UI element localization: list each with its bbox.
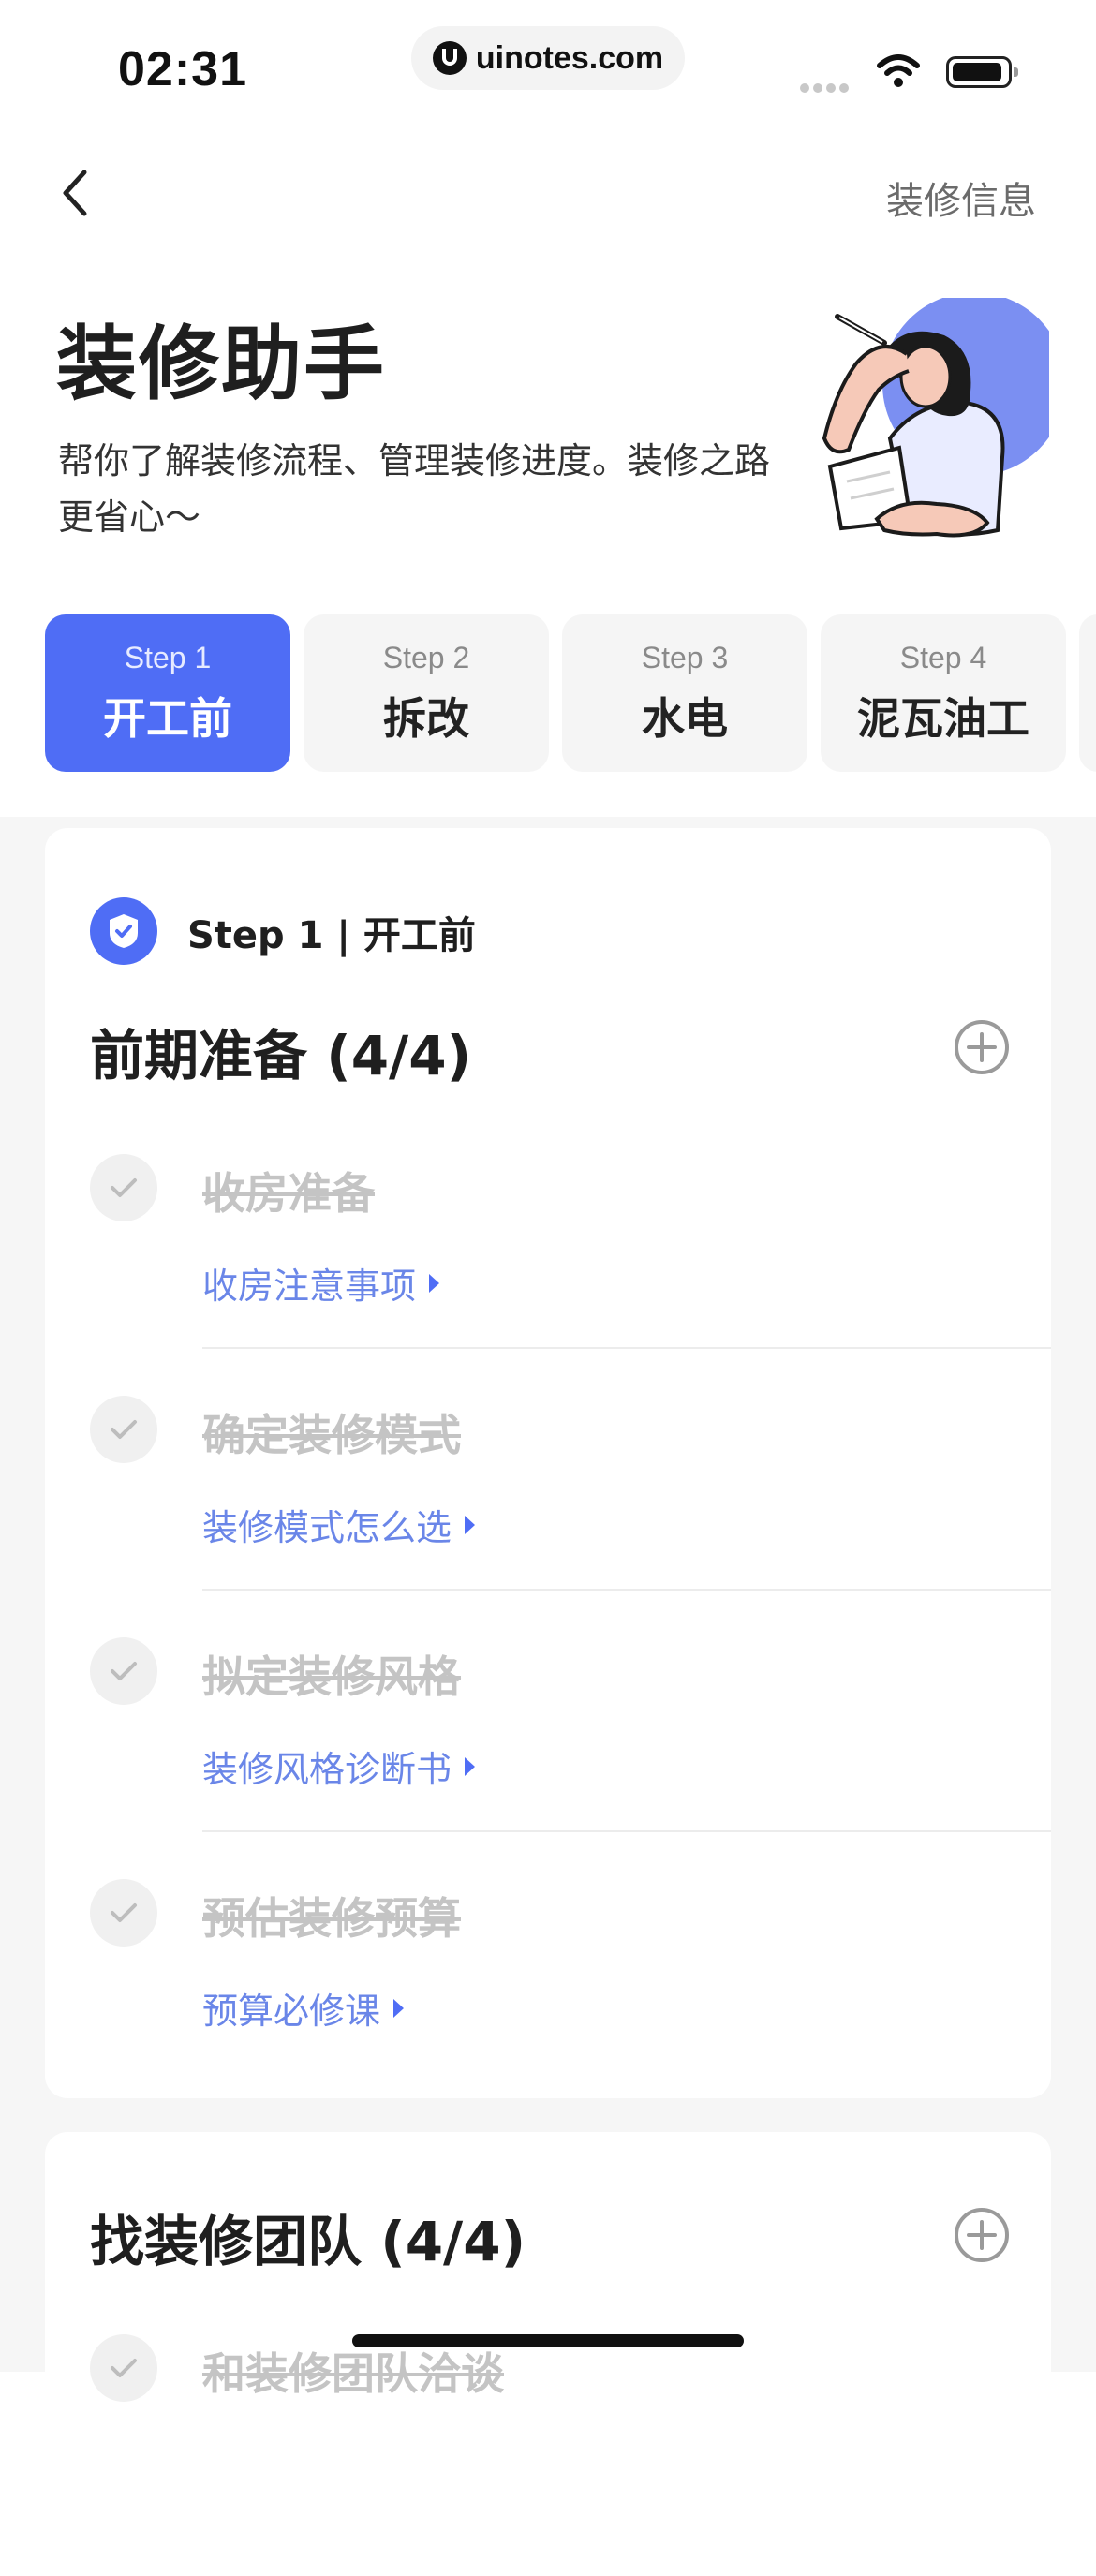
task-guide-label: 装修模式怎么选: [202, 1507, 452, 1548]
url-text: uinotes.com: [475, 39, 664, 76]
step-tab-number: Step 1: [124, 640, 212, 674]
url-pill[interactable]: uinotes.com: [411, 26, 685, 90]
task-title: 预估装修预算: [202, 1893, 461, 1944]
task-guide-link[interactable]: 预算必修课: [202, 1982, 405, 2034]
step-tab-name: 拆改: [383, 692, 469, 744]
task-guide-link[interactable]: 装修风格诊断书: [202, 1740, 476, 1792]
shield-check-icon: [90, 897, 157, 965]
battery-icon: [946, 56, 1018, 88]
task-item[interactable]: 拟定装修风格 装修风格诊断书: [45, 1637, 1051, 1879]
task-item[interactable]: 和装修团队洽谈: [45, 2334, 1051, 2576]
section-title: 找装修团队 (4/4): [90, 2210, 526, 2273]
page-title: 装修助手: [56, 318, 386, 411]
step-tab-number: Step 3: [641, 640, 729, 674]
step-tab-name: 泥瓦油工: [857, 692, 1029, 744]
check-icon[interactable]: [90, 1396, 157, 1463]
caret-right-icon: [465, 1756, 476, 1776]
task-title: 和装修团队洽谈: [202, 2348, 504, 2399]
caret-right-icon: [465, 1515, 476, 1534]
caret-right-icon: [393, 1998, 405, 2018]
step-tabs: Step 1 开工前 Step 2 拆改 Step 3 水电 Step 4 泥瓦…: [45, 614, 1096, 772]
divider: [202, 1347, 1051, 1349]
add-task-button[interactable]: [954, 1019, 1010, 1075]
stage-card-preparation: Step 1 | 开工前 前期准备 (4/4) 收房准备 收房注意事项 确定装修…: [45, 828, 1051, 2098]
check-icon[interactable]: [90, 2334, 157, 2402]
step-tab-1[interactable]: Step 1 开工前: [45, 614, 290, 772]
section-title: 前期准备 (4/4): [90, 1024, 472, 1088]
thinking-person-illustration: [822, 298, 1049, 538]
cellular-signal-icon: [800, 79, 852, 96]
step-tab-2[interactable]: Step 2 拆改: [304, 614, 549, 772]
task-item[interactable]: 确定装修模式 装修模式怎么选: [45, 1396, 1051, 1637]
task-item[interactable]: 预估装修预算 预算必修课: [45, 1879, 1051, 2121]
task-title: 确定装修模式: [202, 1410, 461, 1460]
wifi-icon: [877, 54, 920, 87]
task-guide-link[interactable]: 装修模式怎么选: [202, 1499, 476, 1550]
add-task-button[interactable]: [954, 2207, 1010, 2263]
renovation-info-link[interactable]: 装修信息: [886, 170, 1036, 225]
check-icon[interactable]: [90, 1154, 157, 1221]
home-indicator[interactable]: [352, 2334, 744, 2347]
stage-card-find-team: 找装修团队 (4/4) 和装修团队洽谈: [45, 2132, 1051, 2413]
step-tab-5[interactable]: [1079, 614, 1096, 772]
step-tab-number: Step 2: [382, 640, 470, 674]
caret-right-icon: [429, 1273, 440, 1293]
task-guide-link[interactable]: 收房注意事项: [202, 1257, 440, 1309]
back-button[interactable]: [54, 167, 101, 219]
task-title: 拟定装修风格: [202, 1651, 461, 1702]
step-tab-number: Step 4: [899, 640, 987, 674]
divider: [202, 1830, 1051, 1832]
task-guide-label: 预算必修课: [202, 1991, 381, 2032]
page-subtitle: 帮你了解装修流程、管理装修进度。装修之路更省心～: [58, 440, 771, 538]
site-logo-icon: [432, 41, 467, 75]
task-title: 收房准备: [202, 1168, 375, 1219]
step-tab-4[interactable]: Step 4 泥瓦油工: [821, 614, 1066, 772]
task-guide-label: 收房注意事项: [202, 1266, 417, 1307]
check-icon[interactable]: [90, 1879, 157, 1947]
step-heading: Step 1 | 开工前: [187, 914, 476, 957]
task-item[interactable]: 收房准备 收房注意事项: [45, 1154, 1051, 1396]
task-guide-label: 装修风格诊断书: [202, 1749, 452, 1790]
step-tab-name: 水电: [642, 692, 728, 744]
step-tab-name: 开工前: [103, 692, 232, 744]
check-icon[interactable]: [90, 1637, 157, 1705]
divider: [202, 1589, 1051, 1591]
step-tab-3[interactable]: Step 3 水电: [562, 614, 807, 772]
status-time: 02:31: [118, 42, 247, 96]
